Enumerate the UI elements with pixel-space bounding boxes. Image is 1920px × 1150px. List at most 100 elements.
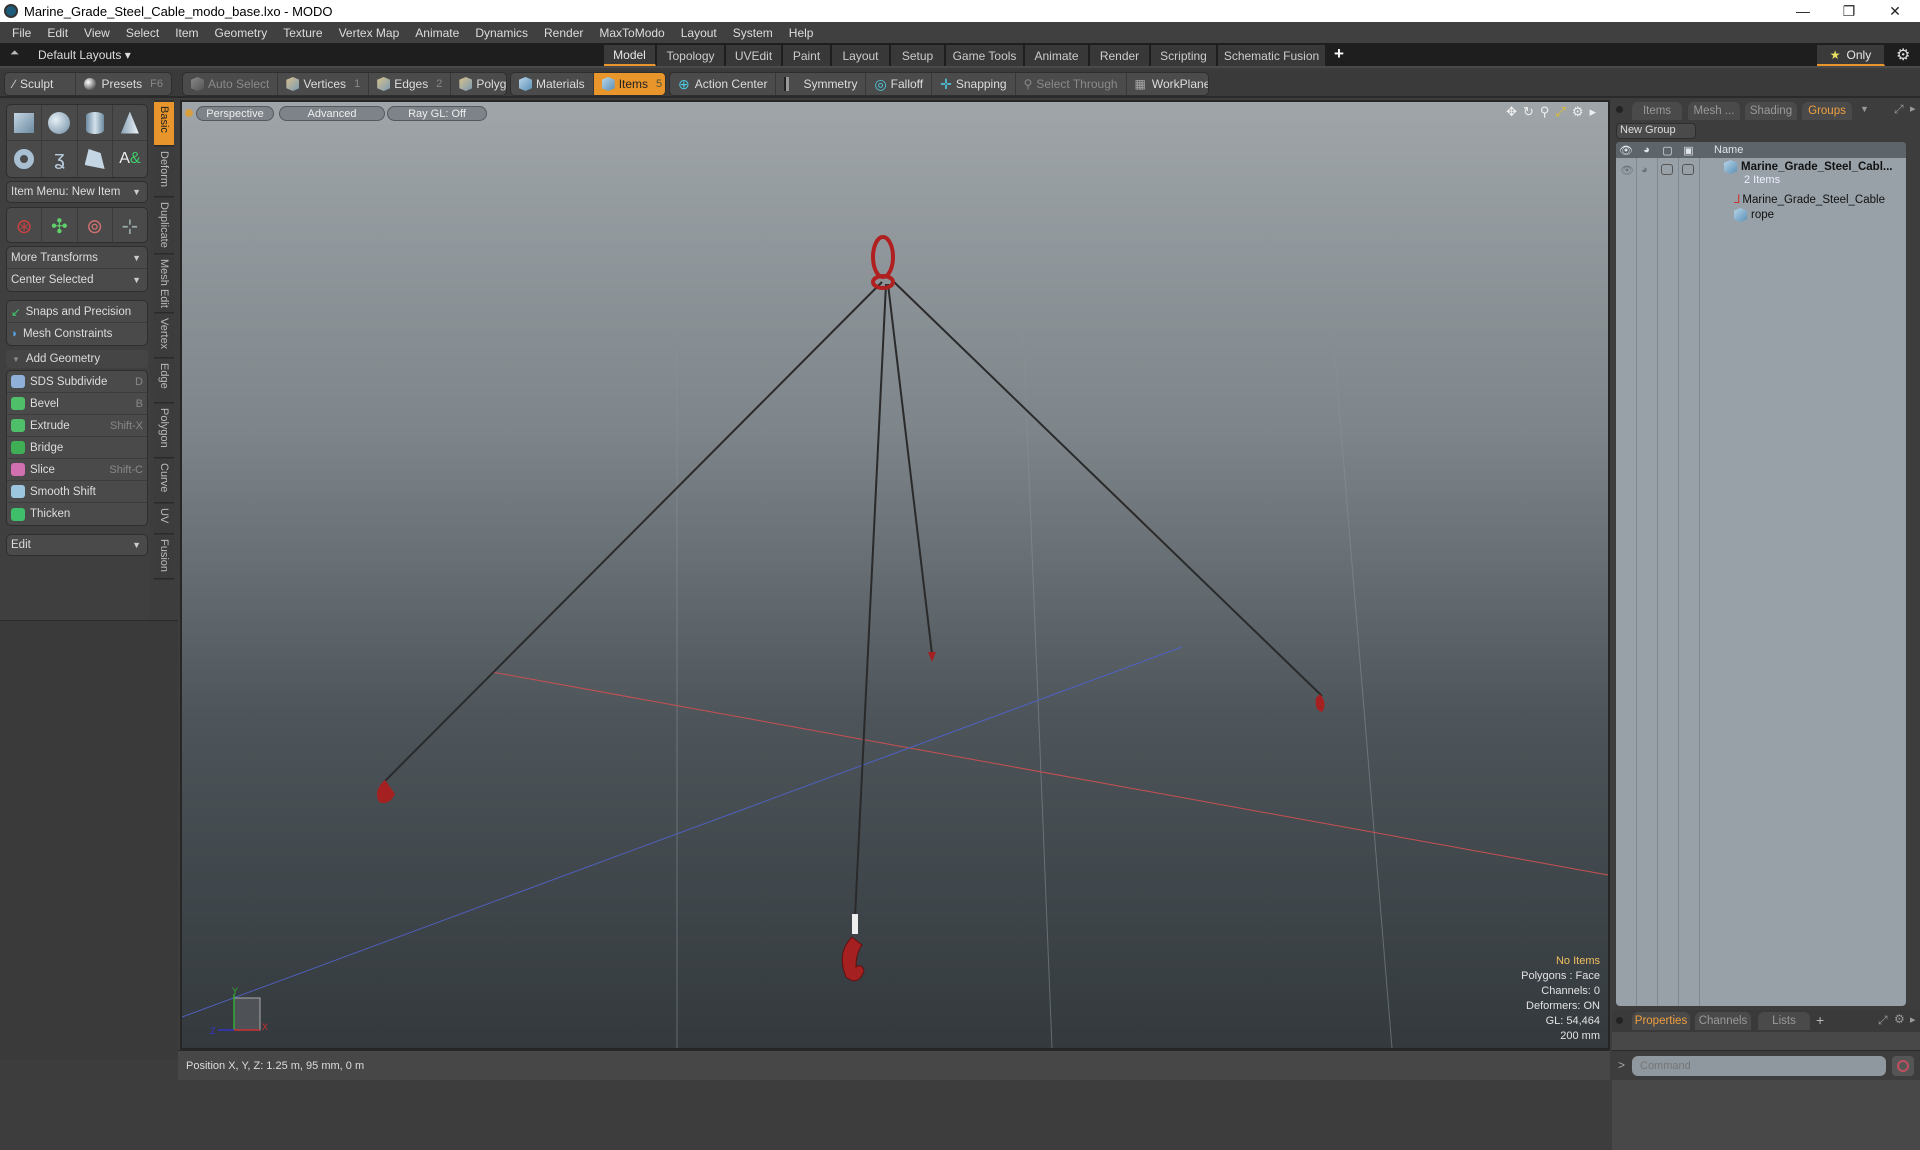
panel-menu-arrow-icon[interactable]: ▸	[1910, 102, 1916, 115]
command-record-button[interactable]	[1892, 1056, 1914, 1076]
vtab-curve[interactable]: Curve	[154, 459, 174, 503]
add-tab-button[interactable]: +	[1816, 1012, 1824, 1028]
panel-indicator-icon[interactable]	[1616, 106, 1623, 113]
minimize-button[interactable]: —	[1780, 0, 1826, 22]
tab-animate[interactable]: Animate	[1025, 45, 1089, 66]
panel-indicator-icon[interactable]	[1616, 1017, 1623, 1024]
text-tool-button[interactable]: A&	[113, 141, 147, 177]
menu-view[interactable]: View	[76, 26, 118, 40]
bevel-button[interactable]: Bevel B	[7, 393, 147, 415]
render-column-icon[interactable]: ◕	[1636, 144, 1657, 156]
vtab-deform[interactable]: Deform	[154, 147, 174, 197]
group-child-row[interactable]: rope	[1734, 208, 1774, 222]
slice-button[interactable]: Slice Shift-C	[7, 459, 147, 481]
command-input[interactable]	[1632, 1056, 1886, 1076]
tab-mesh[interactable]: Mesh ...	[1688, 102, 1740, 120]
edit-dropdown[interactable]: Edit ▼	[6, 534, 148, 556]
tab-scripting[interactable]: Scripting	[1151, 45, 1217, 66]
thicken-button[interactable]: Thicken	[7, 503, 147, 525]
name-column-header[interactable]: Name	[1714, 144, 1743, 156]
3d-viewport[interactable]: Perspective Advanced Ray GL: Off ✥ ↻ ⚲ ⤢…	[180, 100, 1610, 1050]
tab-layout[interactable]: Layout	[832, 45, 890, 66]
vtab-vertex[interactable]: Vertex	[154, 314, 174, 358]
auto-select-button[interactable]: Auto Select	[183, 73, 279, 95]
gear-icon[interactable]: ⚙	[1896, 45, 1910, 65]
smooth-shift-button[interactable]: Smooth Shift	[7, 481, 147, 503]
tab-properties[interactable]: Properties	[1632, 1012, 1690, 1030]
menu-maxtomodo[interactable]: MaxToModo	[591, 26, 672, 40]
menu-file[interactable]: File	[4, 26, 39, 40]
tab-lists[interactable]: Lists	[1758, 1012, 1810, 1030]
vtab-fusion[interactable]: Fusion	[154, 535, 174, 579]
menu-help[interactable]: Help	[781, 26, 822, 40]
add-geometry-section[interactable]: ▼ Add Geometry	[6, 350, 148, 368]
menu-texture[interactable]: Texture	[275, 26, 330, 40]
expand-panel-icon[interactable]: ⤢	[1894, 102, 1904, 117]
vtab-basic[interactable]: Basic	[154, 102, 174, 146]
tab-topology[interactable]: Topology	[657, 45, 725, 66]
tab-dropdown-icon[interactable]: ▼	[1860, 104, 1869, 114]
transform-button[interactable]: ⊛	[7, 208, 43, 244]
panel-settings-icon[interactable]: ⚙	[1894, 1012, 1905, 1026]
tab-channels[interactable]: Channels	[1695, 1012, 1751, 1030]
center-selected-dropdown[interactable]: Center Selected ▼	[7, 269, 147, 291]
close-button[interactable]: ✕	[1872, 0, 1918, 22]
falloff-button[interactable]: ◎ Falloff	[866, 73, 933, 95]
menu-dynamics[interactable]: Dynamics	[467, 26, 536, 40]
edges-button[interactable]: Edges 2	[369, 73, 452, 95]
snaps-precision-button[interactable]: ↙ Snaps and Precision	[7, 301, 147, 323]
menu-vertex-map[interactable]: Vertex Map	[331, 26, 408, 40]
tab-model[interactable]: Model	[604, 45, 656, 66]
vtab-uv[interactable]: UV	[154, 504, 174, 534]
menu-select[interactable]: Select	[118, 26, 167, 40]
vtab-polygon[interactable]: Polygon	[154, 404, 174, 458]
cylinder-primitive-button[interactable]	[78, 105, 113, 140]
item-menu-dropdown[interactable]: Item Menu: New Item ▼	[6, 181, 148, 203]
cone-primitive-button[interactable]	[113, 105, 147, 140]
expand-panel-icon[interactable]: ⤢	[1878, 1013, 1888, 1028]
vtab-mesh-edit[interactable]: Mesh Edit	[154, 255, 174, 313]
tab-uvedit[interactable]: UVEdit	[726, 45, 782, 66]
bridge-button[interactable]: Bridge	[7, 437, 147, 459]
menu-item[interactable]: Item	[167, 26, 206, 40]
mesh-constraints-button[interactable]: ◗ Mesh Constraints	[7, 323, 147, 345]
tab-setup[interactable]: Setup	[891, 45, 945, 66]
sds-subdivide-button[interactable]: SDS Subdivide D	[7, 371, 147, 393]
tab-game-tools[interactable]: Game Tools	[946, 45, 1024, 66]
vtab-duplicate[interactable]: Duplicate	[154, 198, 174, 254]
scale-button[interactable]: ⊹	[113, 208, 147, 244]
group-lock-toggle[interactable]	[1661, 164, 1673, 175]
tab-groups[interactable]: Groups	[1802, 102, 1852, 120]
group-select-toggle[interactable]	[1682, 164, 1694, 175]
panel-menu-arrow-icon[interactable]: ▸	[1910, 1013, 1916, 1026]
action-center-button[interactable]: ⊕ Action Center	[670, 73, 777, 95]
sculpt-button[interactable]: ∕ Sculpt	[5, 73, 77, 95]
symmetry-button[interactable]: Symmetry	[776, 73, 867, 95]
only-favorites-toggle[interactable]: ★ Only	[1817, 45, 1885, 66]
visibility-column-icon[interactable]: 👁	[1616, 144, 1636, 157]
menu-system[interactable]: System	[725, 26, 781, 40]
materials-button[interactable]: Materials	[511, 73, 594, 95]
group-visibility-toggle[interactable]: 👁	[1620, 164, 1634, 177]
tab-items[interactable]: Items	[1632, 102, 1682, 120]
select-column-icon[interactable]: ▣	[1678, 144, 1699, 157]
menu-render[interactable]: Render	[536, 26, 591, 40]
polygons-button[interactable]: Polygons	[451, 73, 506, 95]
spiral-primitive-button[interactable]: ʓ	[42, 141, 78, 177]
presets-button[interactable]: Presets F6	[76, 73, 171, 95]
vtab-edge[interactable]: Edge	[154, 359, 174, 403]
menu-animate[interactable]: Animate	[407, 26, 467, 40]
layout-collapse-icon[interactable]: ⏶	[10, 47, 19, 60]
tab-shading[interactable]: Shading	[1745, 102, 1797, 120]
new-group-button[interactable]: New Group	[1616, 123, 1696, 139]
group-row[interactable]: Marine_Grade_Steel_Cabl...	[1724, 160, 1892, 174]
select-through-button[interactable]: ⚲ Select Through	[1016, 73, 1127, 95]
menu-layout[interactable]: Layout	[673, 26, 725, 40]
menu-geometry[interactable]: Geometry	[207, 26, 276, 40]
group-child-row[interactable]: ⅃ Marine_Grade_Steel_Cable	[1734, 192, 1885, 206]
items-button[interactable]: Items 5	[593, 73, 665, 95]
more-transforms-dropdown[interactable]: More Transforms ▼	[7, 247, 147, 269]
torus-primitive-button[interactable]	[7, 141, 43, 177]
move-button[interactable]: ✣	[42, 208, 78, 244]
snapping-button[interactable]: ✛ Snapping	[932, 73, 1016, 95]
